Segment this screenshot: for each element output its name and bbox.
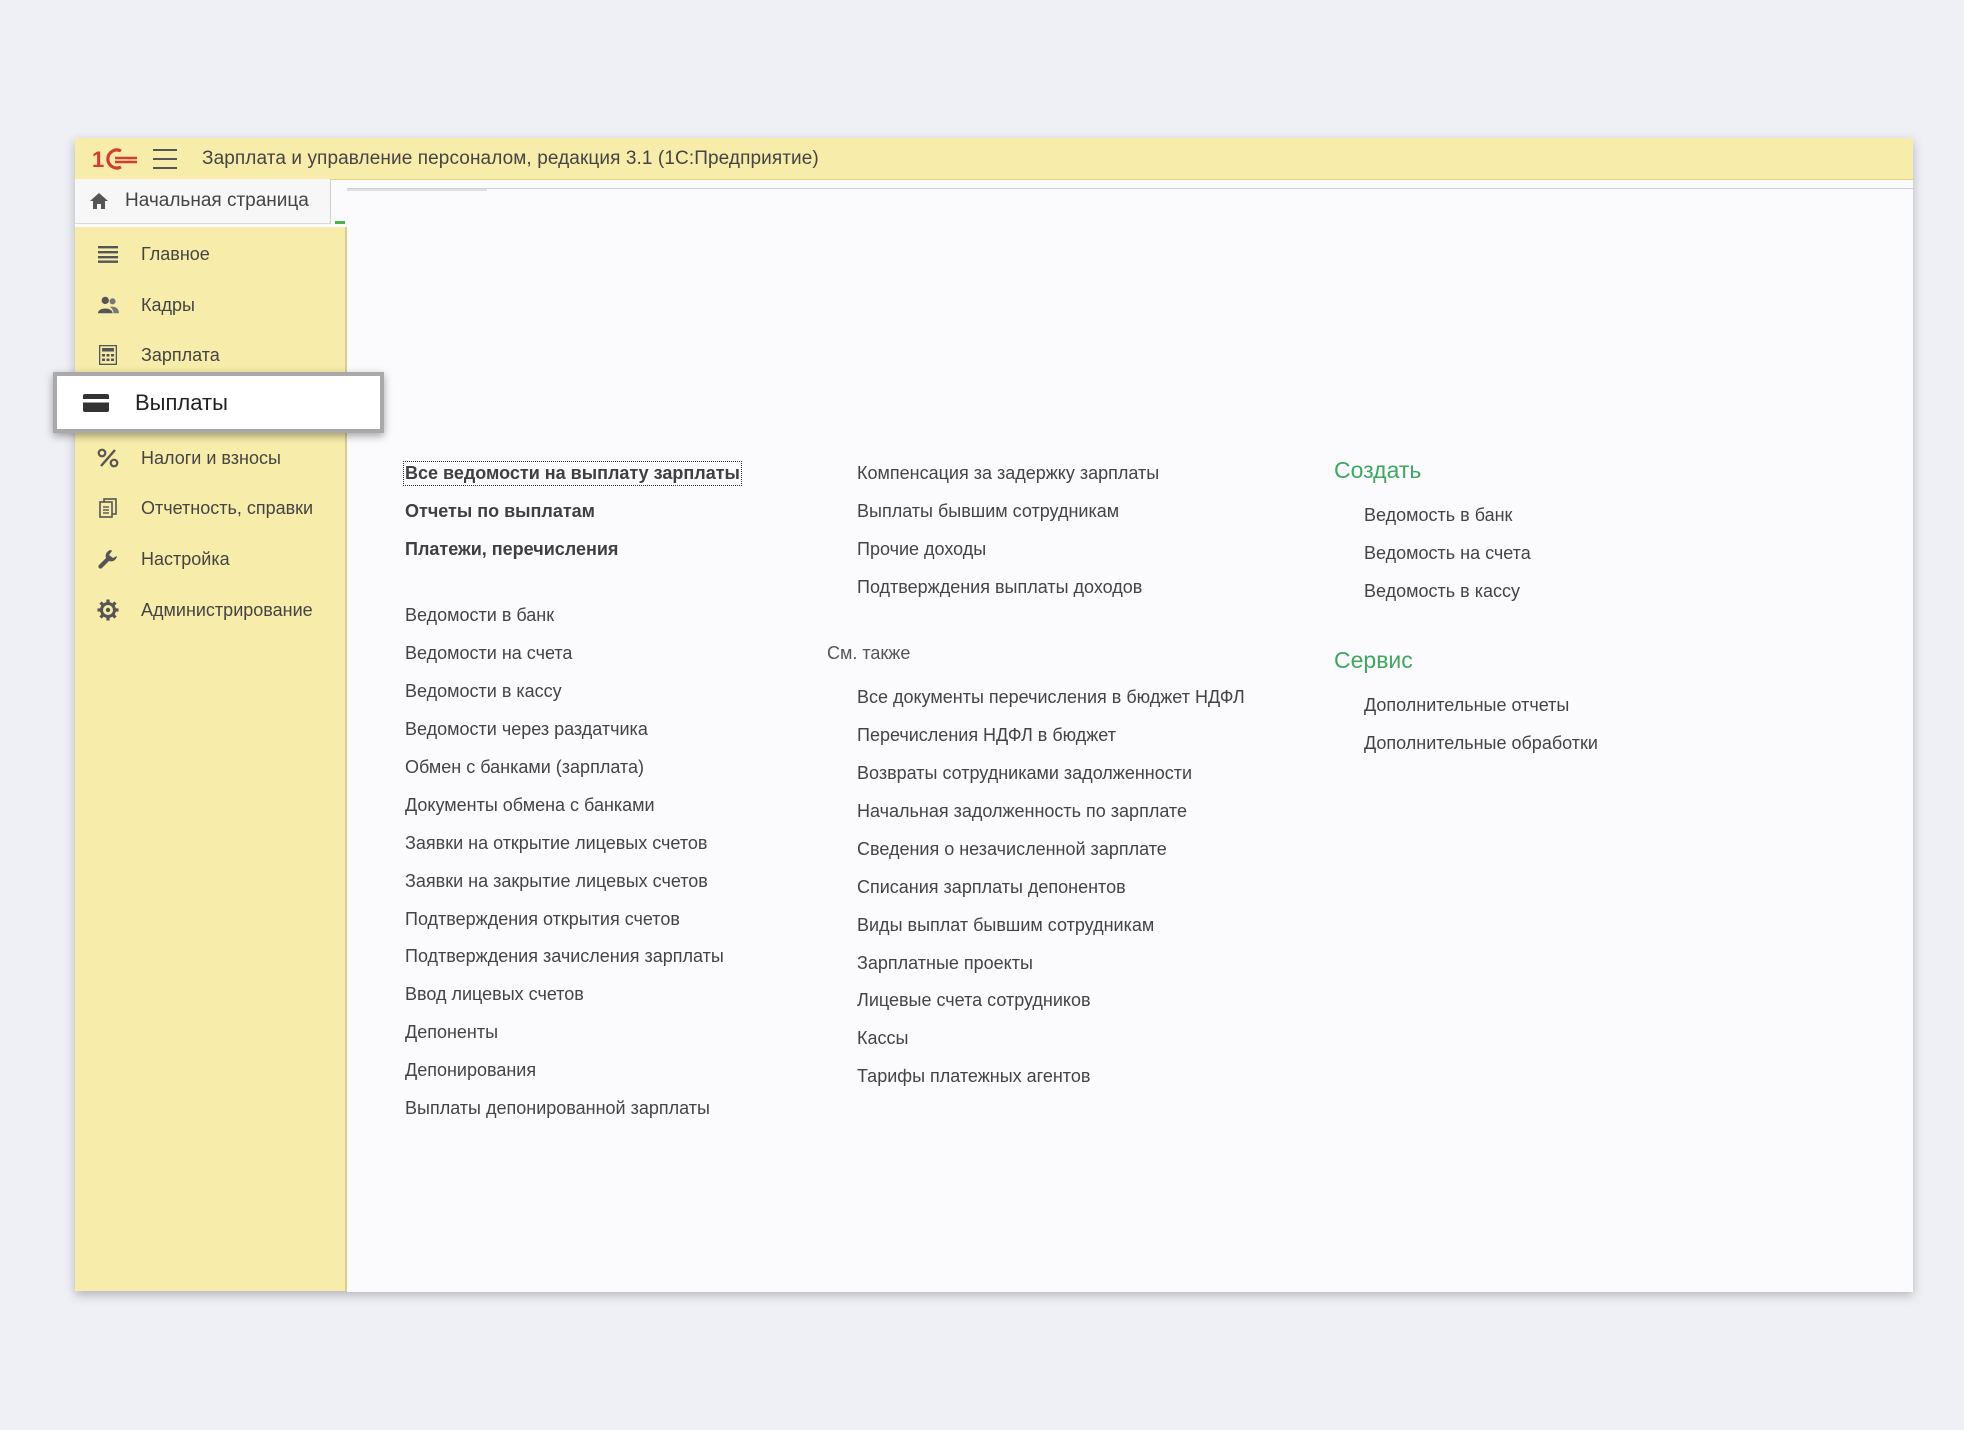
sidebar-item-hr[interactable]: Кадры — [75, 283, 345, 327]
sidebar-item-label: Выплаты — [135, 389, 228, 415]
sidebar-item-salary[interactable]: Зарплата — [75, 333, 345, 377]
sidebar-item-admin[interactable]: Администрирование — [75, 588, 345, 632]
link-col2[interactable]: Прочие доходы — [857, 539, 986, 560]
see-also-label: См. также — [827, 643, 911, 663]
link-col1[interactable]: Депоненты — [405, 1022, 498, 1043]
people-icon — [97, 294, 119, 316]
link-service[interactable]: Дополнительные отчеты — [1364, 695, 1569, 716]
documents-icon — [97, 497, 119, 519]
link-create[interactable]: Ведомость в банк — [1364, 505, 1512, 526]
link-see-also[interactable]: Возвраты сотрудниками задолженности — [857, 763, 1192, 784]
app-window: 1 Зарплата и управление персоналом, реда… — [75, 138, 1913, 1292]
link-payments-transfers[interactable]: Платежи, перечисления — [405, 539, 618, 560]
sidebar-item-label: Настройка — [141, 548, 230, 569]
link-col1[interactable]: Заявки на закрытие лицевых счетов — [405, 871, 708, 892]
sidebar-item-label: Главное — [141, 243, 210, 264]
sidebar-item-label: Администрирование — [141, 599, 313, 620]
link-col1[interactable]: Депонирования — [405, 1060, 536, 1081]
sidebar-item-main[interactable]: Главное — [75, 232, 345, 276]
link-see-also[interactable]: Виды выплат бывшим сотрудникам — [857, 915, 1154, 936]
link-see-also[interactable]: Сведения о незачисленной зарплате — [857, 839, 1167, 860]
sidebar-item-label: Отчетность, справки — [141, 497, 314, 518]
link-col1[interactable]: Подтверждения зачисления зарплаты — [405, 946, 724, 967]
sidebar-item-taxes[interactable]: Налоги и взносы — [75, 436, 345, 480]
content-panel: Все ведомости на выплату зарплаты Отчеты… — [347, 188, 1913, 1292]
link-see-also[interactable]: Лицевые счета сотрудников — [857, 990, 1091, 1011]
link-col2[interactable]: Выплаты бывшим сотрудникам — [857, 501, 1119, 522]
sidebar-item-payments[interactable]: Выплаты — [53, 372, 384, 433]
link-col1[interactable]: Ведомости через раздатчика — [405, 719, 648, 740]
service-group-title: Сервис — [1334, 647, 1413, 673]
calculator-icon — [97, 344, 119, 366]
gear-icon — [97, 599, 119, 621]
link-col1[interactable]: Заявки на открытие лицевых счетов — [405, 833, 707, 854]
tab-home[interactable]: Начальная страница — [75, 179, 331, 224]
link-create[interactable]: Ведомость на счета — [1364, 543, 1531, 564]
app-title: Зарплата и управление персоналом, редакц… — [202, 147, 819, 169]
create-group-title: Создать — [1334, 457, 1422, 483]
link-col1[interactable]: Подтверждения открытия счетов — [405, 909, 680, 930]
1c-logo-icon[interactable]: 1 — [91, 146, 139, 172]
link-col1[interactable]: Документы обмена с банками — [405, 795, 655, 816]
sidebar-item-label: Зарплата — [141, 344, 220, 365]
sidebar-item-label: Налоги и взносы — [141, 447, 281, 468]
link-payment-reports[interactable]: Отчеты по выплатам — [405, 501, 595, 522]
link-col1[interactable]: Выплаты депонированной зарплаты — [405, 1098, 710, 1119]
menu-burger-icon[interactable] — [153, 148, 177, 169]
tab-home-label: Начальная страница — [125, 190, 309, 211]
home-icon — [90, 193, 108, 209]
link-all-payroll-statements[interactable]: Все ведомости на выплату зарплаты — [403, 461, 742, 486]
link-see-also[interactable]: Начальная задолженность по зарплате — [857, 801, 1187, 822]
sidebar-item-label: Кадры — [141, 294, 195, 315]
link-col1[interactable]: Обмен с банками (зарплата) — [405, 757, 644, 778]
link-see-also[interactable]: Кассы — [857, 1028, 908, 1049]
link-col1[interactable]: Ввод лицевых счетов — [405, 984, 584, 1005]
wrench-icon — [97, 548, 119, 570]
link-col1[interactable]: Ведомости на счета — [405, 643, 572, 664]
content-top-divider — [347, 189, 487, 191]
link-see-also[interactable]: Все документы перечисления в бюджет НДФЛ — [857, 687, 1245, 708]
link-service[interactable]: Дополнительные обработки — [1364, 733, 1598, 754]
link-see-also[interactable]: Тарифы платежных агентов — [857, 1066, 1090, 1087]
link-col1[interactable]: Ведомости в кассу — [405, 681, 562, 702]
percent-icon — [97, 447, 119, 469]
link-see-also[interactable]: Перечисления НДФЛ в бюджет — [857, 725, 1116, 746]
wallet-icon — [83, 394, 109, 412]
svg-text:1: 1 — [92, 147, 104, 172]
link-col1[interactable]: Ведомости в банк — [405, 605, 554, 626]
title-bar: 1 Зарплата и управление персоналом, реда… — [75, 138, 1913, 180]
link-create[interactable]: Ведомость в кассу — [1364, 581, 1520, 602]
list-icon — [97, 243, 119, 265]
tab-indicator — [335, 221, 345, 224]
link-see-also[interactable]: Зарплатные проекты — [857, 953, 1033, 974]
link-col2[interactable]: Компенсация за задержку зарплаты — [857, 463, 1159, 484]
link-see-also[interactable]: Списания зарплаты депонентов — [857, 877, 1126, 898]
link-col2[interactable]: Подтверждения выплаты доходов — [857, 577, 1142, 598]
sidebar-item-settings[interactable]: Настройка — [75, 537, 345, 581]
sidebar-item-reports[interactable]: Отчетность, справки — [75, 486, 345, 530]
